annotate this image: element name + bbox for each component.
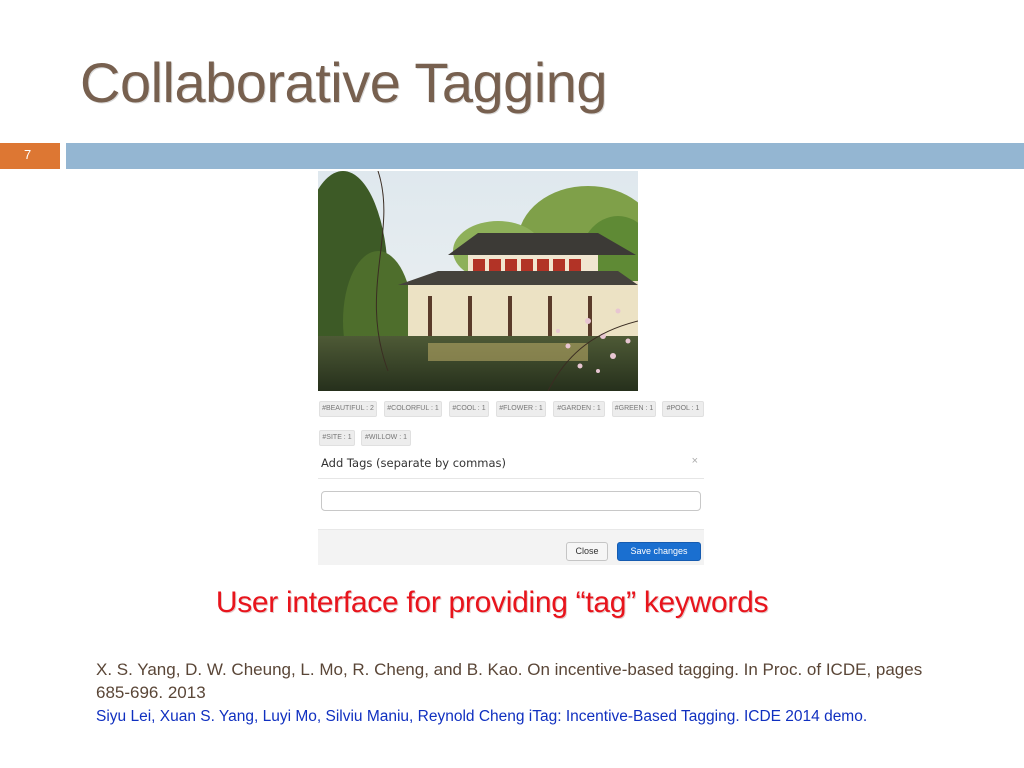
modal-title: Add Tags (separate by commas) xyxy=(321,456,506,470)
tag-chip[interactable]: #WILLOW : 1 xyxy=(361,430,411,446)
modal-footer: Close Save changes xyxy=(318,529,704,565)
garden-pavilion-photo xyxy=(318,171,638,391)
tagging-ui-screenshot: #BEAUTIFUL : 2 #COLORFUL : 1 #COOL : 1 #… xyxy=(318,171,704,565)
title-divider-bar xyxy=(66,143,1024,169)
reference-1: X. S. Yang, D. W. Cheung, L. Mo, R. Chen… xyxy=(96,660,923,702)
tag-chip[interactable]: #COOL : 1 xyxy=(449,401,489,417)
tag-list: #SITE : 1 #WILLOW : 1 xyxy=(318,430,704,448)
save-changes-button[interactable]: Save changes xyxy=(617,542,701,561)
tag-list: #BEAUTIFUL : 2 #COLORFUL : 1 #COOL : 1 #… xyxy=(318,401,704,419)
tag-input[interactable] xyxy=(321,491,701,511)
slide-number: 7 xyxy=(0,143,60,169)
tag-chip[interactable]: #BEAUTIFUL : 2 xyxy=(319,401,377,417)
add-tags-modal-header: Add Tags (separate by commas) × xyxy=(318,451,704,479)
close-button[interactable]: Close xyxy=(566,542,608,561)
slide-title: Collaborative Tagging xyxy=(80,51,608,114)
close-icon[interactable]: × xyxy=(692,455,698,467)
tag-chip[interactable]: #COLORFUL : 1 xyxy=(384,401,442,417)
reference-2: Siyu Lei, Xuan S. Yang, Luyi Mo, Silviu … xyxy=(96,708,868,725)
figure-caption: User interface for providing “tag” keywo… xyxy=(215,586,769,619)
tag-chip[interactable]: #FLOWER : 1 xyxy=(496,401,546,417)
tag-chip[interactable]: #SITE : 1 xyxy=(319,430,355,446)
tag-chip[interactable]: #GARDEN : 1 xyxy=(553,401,605,417)
tag-chip[interactable]: #POOL : 1 xyxy=(662,401,704,417)
tag-chip[interactable]: #GREEN : 1 xyxy=(612,401,656,417)
